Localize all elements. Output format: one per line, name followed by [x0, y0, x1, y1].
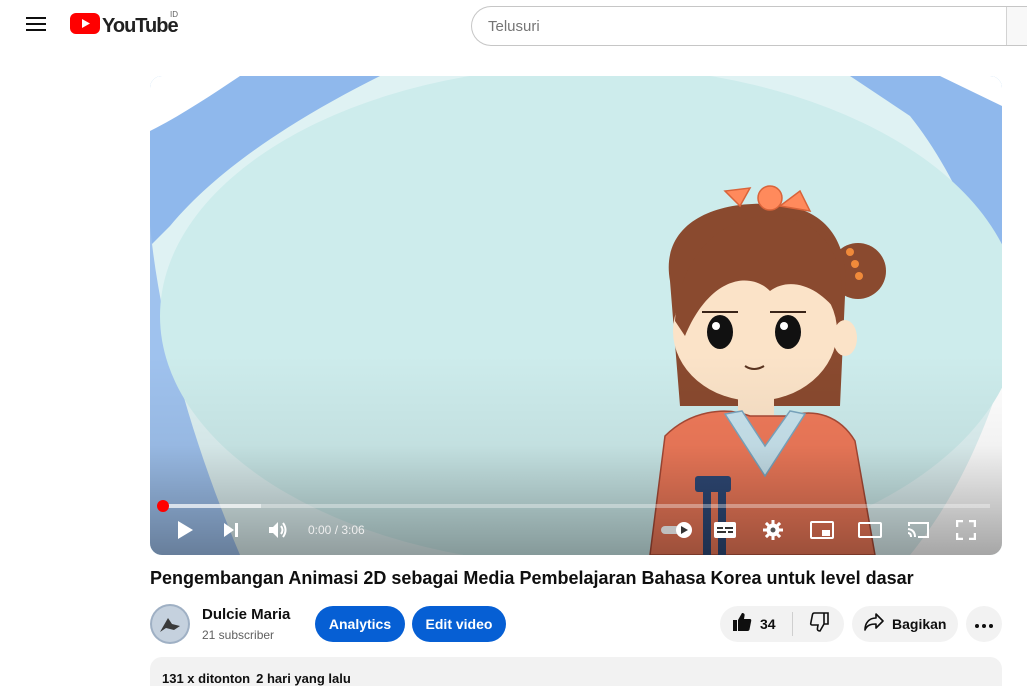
player-controls: 0:00 / 3:06	[150, 516, 1002, 546]
miniplayer-button[interactable]	[808, 518, 836, 546]
more-horizontal-icon	[975, 615, 993, 633]
video-title: Pengembangan Animasi 2D sebagai Media Pe…	[150, 568, 914, 588]
share-label: Bagikan	[892, 616, 947, 632]
hamburger-menu-icon	[26, 16, 46, 37]
time-display: 0:00 / 3:06	[308, 523, 365, 537]
play-icon	[176, 520, 194, 545]
play-button[interactable]	[171, 518, 199, 546]
channel-name[interactable]: Dulcie Maria	[202, 606, 290, 623]
like-dislike-group: 34	[720, 606, 844, 642]
subscriber-count: 21 subscriber	[202, 628, 275, 642]
youtube-play-icon	[70, 13, 100, 39]
video-player[interactable]: 0:00 / 3:06	[150, 76, 1002, 555]
youtube-logo[interactable]: YouTube	[70, 13, 179, 39]
share-button[interactable]: Bagikan	[852, 606, 958, 642]
video-frame	[150, 76, 1002, 555]
search-input[interactable]	[488, 17, 988, 35]
like-count: 34	[760, 616, 776, 632]
thumbs-down-icon	[809, 611, 829, 637]
time-current: 0:00	[308, 523, 332, 537]
view-count: 131 x ditonton	[162, 671, 251, 686]
logo-wordmark: YouTube	[102, 14, 179, 37]
share-arrow-icon	[864, 612, 884, 636]
volume-icon	[268, 521, 288, 544]
menu-button[interactable]	[20, 10, 52, 42]
subtitles-button[interactable]	[711, 518, 739, 546]
autoplay-toggle-icon	[660, 521, 694, 544]
cast-button[interactable]	[904, 518, 932, 546]
time-total: 3:06	[341, 523, 365, 537]
channel-avatar[interactable]	[150, 604, 190, 644]
scrubber-handle[interactable]	[157, 500, 169, 512]
dislike-button[interactable]	[793, 606, 844, 642]
next-icon	[222, 521, 240, 544]
analytics-button[interactable]: Analytics	[315, 606, 405, 642]
search-box	[471, 6, 1027, 46]
progress-bar[interactable]	[157, 500, 990, 512]
subtitles-icon	[714, 521, 736, 543]
cast-icon	[906, 521, 930, 544]
volume-button[interactable]	[264, 518, 292, 546]
fullscreen-icon	[955, 519, 977, 545]
next-button[interactable]	[217, 518, 245, 546]
description-box[interactable]: 131 x ditonton 2 hari yang lalu	[150, 657, 1002, 686]
theater-mode-icon	[858, 521, 882, 543]
masthead: YouTube ID	[0, 0, 1027, 56]
edit-video-button[interactable]: Edit video	[412, 606, 506, 642]
upload-date: 2 hari yang lalu	[256, 671, 351, 686]
like-button[interactable]: 34	[720, 606, 792, 642]
country-code: ID	[170, 10, 178, 19]
theater-mode-button[interactable]	[856, 518, 884, 546]
settings-icon	[763, 519, 783, 545]
buffered-bar	[162, 504, 262, 508]
more-actions-button[interactable]	[966, 606, 1002, 642]
time-separator: /	[331, 523, 342, 537]
fullscreen-button[interactable]	[952, 518, 980, 546]
autoplay-toggle[interactable]	[660, 518, 694, 546]
miniplayer-icon	[810, 520, 834, 544]
search-button[interactable]	[1006, 7, 1027, 45]
settings-button[interactable]	[759, 518, 787, 546]
thumbs-up-icon	[732, 612, 752, 637]
